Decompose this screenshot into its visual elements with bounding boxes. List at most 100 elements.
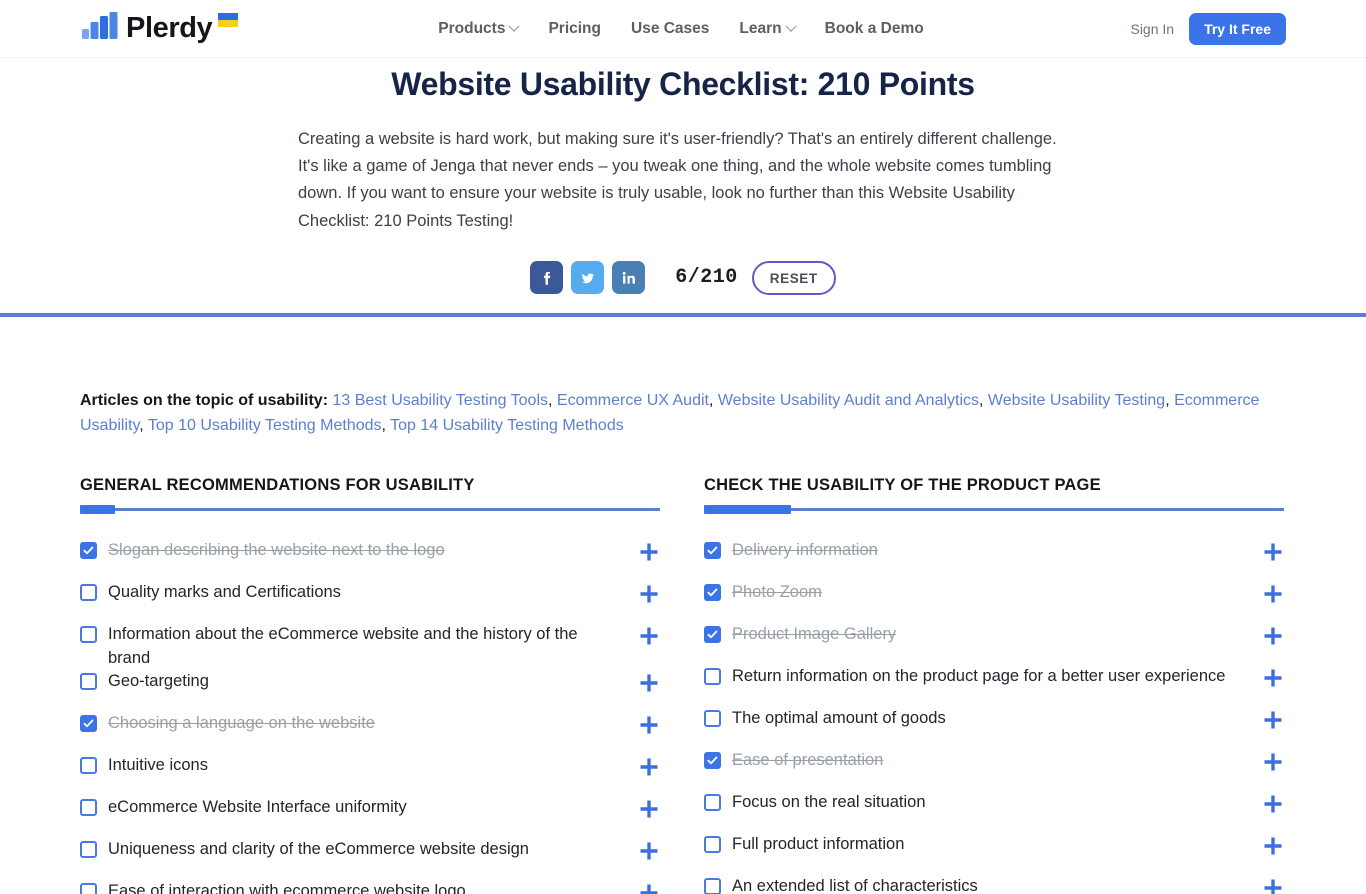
column-title: CHECK THE USABILITY OF THE PRODUCT PAGE bbox=[704, 476, 1101, 495]
expand-plus-icon[interactable] bbox=[638, 672, 660, 694]
expand-plus-icon[interactable] bbox=[1262, 667, 1284, 689]
column-progress-fill bbox=[704, 505, 791, 515]
nav-item-learn[interactable]: Learn bbox=[739, 19, 797, 38]
article-link[interactable]: Top 14 Usability Testing Methods bbox=[390, 417, 624, 434]
nav-item-pricing[interactable]: Pricing bbox=[548, 20, 601, 38]
logo-text: Plerdy bbox=[126, 12, 213, 44]
checklist-item: Quality marks and Certifications bbox=[80, 581, 660, 623]
expand-plus-icon[interactable] bbox=[1262, 541, 1284, 563]
column-progress-fill bbox=[80, 505, 115, 515]
checklist-columns: GENERAL RECOMMENDATIONS FOR USABILITY Sl… bbox=[80, 476, 1286, 894]
article-link[interactable]: Website Usability Audit and Analytics bbox=[718, 392, 979, 409]
checklist-item: Geo-targeting bbox=[80, 670, 660, 712]
checklist-item-label: An extended list of characteristics bbox=[732, 877, 978, 894]
nav-item-book-a-demo[interactable]: Book a Demo bbox=[825, 20, 924, 38]
checklist-item-label: Information about the eCommerce website … bbox=[108, 625, 578, 667]
checkbox-checked[interactable] bbox=[80, 542, 97, 560]
checklist-item: Intuitive icons bbox=[80, 754, 660, 796]
linkedin-share-icon[interactable] bbox=[612, 261, 646, 295]
try-it-free-button[interactable]: Try It Free bbox=[1189, 12, 1286, 45]
expand-plus-icon[interactable] bbox=[638, 714, 660, 736]
checkbox-unchecked[interactable] bbox=[80, 841, 97, 859]
checkbox-unchecked[interactable] bbox=[704, 710, 721, 728]
checklist-item: The optimal amount of goods bbox=[704, 707, 1284, 749]
checklist-item: Uniqueness and clarity of the eCommerce … bbox=[80, 838, 660, 880]
sign-in-link[interactable]: Sign In bbox=[1130, 21, 1174, 37]
checkbox-checked[interactable] bbox=[704, 584, 721, 602]
expand-plus-icon[interactable] bbox=[638, 625, 660, 647]
main-content: Articles on the topic of usability: 13 B… bbox=[0, 389, 1366, 894]
checklist-item: Return information on the product page f… bbox=[704, 665, 1284, 707]
expand-plus-icon[interactable] bbox=[638, 882, 660, 894]
main-navigation: Products Pricing Use Cases Learn Book a … bbox=[438, 20, 923, 38]
checklist: Delivery information Photo Zoom Product Im… bbox=[704, 539, 1284, 894]
checkbox-unchecked[interactable] bbox=[80, 584, 97, 602]
nav-item-products[interactable]: Products bbox=[438, 19, 521, 38]
checklist-item-label: Quality marks and Certifications bbox=[108, 583, 341, 602]
expand-plus-icon[interactable] bbox=[1262, 709, 1284, 731]
expand-plus-icon[interactable] bbox=[1262, 751, 1284, 773]
chevron-down-icon bbox=[508, 20, 521, 32]
checklist-item-label: The optimal amount of goods bbox=[732, 709, 946, 728]
nav-label: Book a Demo bbox=[824, 19, 924, 37]
checklist-item: Product Image Gallery bbox=[704, 623, 1284, 665]
expand-plus-icon[interactable] bbox=[638, 583, 660, 605]
articles-line: Articles on the topic of usability: 13 B… bbox=[80, 389, 1286, 439]
expand-plus-icon[interactable] bbox=[1262, 625, 1284, 647]
checkbox-unchecked[interactable] bbox=[704, 794, 721, 812]
nav-label: Learn bbox=[739, 19, 782, 37]
column-progress-bar bbox=[80, 505, 660, 515]
checklist-item: Photo Zoom bbox=[704, 581, 1284, 623]
article-link[interactable]: Top 10 Usability Testing Methods bbox=[148, 417, 382, 434]
article-link[interactable]: Ecommerce UX Audit bbox=[557, 392, 709, 409]
checkbox-unchecked[interactable] bbox=[704, 668, 721, 686]
header-actions: Sign In Try It Free bbox=[1130, 12, 1286, 45]
page-title: Website Usability Checklist: 210 Points bbox=[391, 66, 975, 102]
article-link[interactable]: Website Usability Testing bbox=[988, 392, 1165, 409]
chevron-down-icon bbox=[784, 20, 797, 32]
nav-item-use-cases[interactable]: Use Cases bbox=[631, 20, 709, 38]
checklist-item-label: Ease of interaction with ecommerce websi… bbox=[108, 882, 466, 894]
twitter-share-icon[interactable] bbox=[571, 261, 605, 295]
reset-button[interactable]: RESET bbox=[751, 260, 836, 295]
checkbox-unchecked[interactable] bbox=[80, 799, 97, 817]
checklist-item-label: Ease of presentation bbox=[732, 751, 884, 770]
expand-plus-icon[interactable] bbox=[1262, 835, 1284, 857]
expand-plus-icon[interactable] bbox=[1262, 877, 1284, 894]
checkbox-unchecked[interactable] bbox=[704, 878, 721, 894]
progress-counter: 6/210 bbox=[675, 266, 738, 290]
checklist-item: eCommerce Website Interface uniformity bbox=[80, 796, 660, 838]
article-link[interactable]: 13 Best Usability Testing Tools bbox=[332, 392, 548, 409]
hero-divider bbox=[0, 312, 1366, 317]
checkbox-unchecked[interactable] bbox=[80, 626, 97, 644]
checkbox-checked[interactable] bbox=[704, 752, 721, 770]
expand-plus-icon[interactable] bbox=[638, 541, 660, 563]
expand-plus-icon[interactable] bbox=[1262, 583, 1284, 605]
expand-plus-icon[interactable] bbox=[638, 756, 660, 778]
facebook-share-icon[interactable] bbox=[530, 261, 564, 295]
checklist-item: Full product information bbox=[704, 833, 1284, 875]
articles-label: Articles on the topic of usability: bbox=[80, 391, 329, 409]
logo[interactable]: Plerdy bbox=[82, 12, 239, 45]
checklist-item: Ease of interaction with ecommerce websi… bbox=[80, 880, 660, 894]
checkbox-checked[interactable] bbox=[704, 542, 721, 560]
checkbox-unchecked[interactable] bbox=[80, 883, 97, 894]
nav-label: Use Cases bbox=[631, 19, 710, 37]
checkbox-checked[interactable] bbox=[80, 715, 97, 733]
column-progress-bar bbox=[704, 505, 1284, 515]
expand-plus-icon[interactable] bbox=[638, 840, 660, 862]
checklist-column-product-page: CHECK THE USABILITY OF THE PRODUCT PAGE … bbox=[704, 476, 1284, 894]
checklist-item: An extended list of characteristics bbox=[704, 875, 1284, 894]
checklist-item-label: Uniqueness and clarity of the eCommerce … bbox=[108, 840, 529, 859]
checkbox-unchecked[interactable] bbox=[80, 673, 97, 691]
checklist-item: Slogan describing the website next to th… bbox=[80, 539, 660, 581]
expand-plus-icon[interactable] bbox=[638, 798, 660, 820]
checklist-item: Delivery information bbox=[704, 539, 1284, 581]
expand-plus-icon[interactable] bbox=[1262, 793, 1284, 815]
checklist-item-label: Full product information bbox=[732, 835, 905, 854]
nav-label: Products bbox=[438, 19, 506, 37]
checkbox-unchecked[interactable] bbox=[704, 836, 721, 854]
checkbox-unchecked[interactable] bbox=[80, 757, 97, 775]
checklist-item-label: Choosing a language on the website bbox=[108, 714, 375, 733]
checkbox-checked[interactable] bbox=[704, 626, 721, 644]
